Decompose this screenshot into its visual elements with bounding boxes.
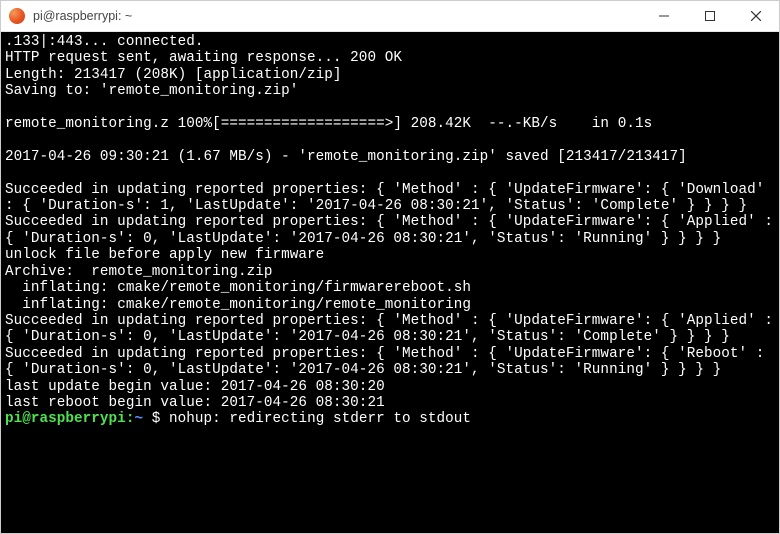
prompt-path: ~ — [134, 411, 143, 427]
terminal-output[interactable]: .133|:443... connected. HTTP request sen… — [1, 32, 779, 533]
maximize-button[interactable] — [687, 1, 733, 31]
window-controls — [641, 1, 779, 31]
maximize-icon — [705, 11, 715, 21]
prompt-user-host: pi@raspberrypi — [5, 411, 126, 427]
minimize-icon — [659, 11, 669, 21]
ubuntu-icon — [9, 8, 25, 24]
window-title: pi@raspberrypi: ~ — [33, 9, 641, 23]
prompt-line: pi@raspberrypi:~ $ nohup: redirecting st… — [5, 411, 775, 427]
minimize-button[interactable] — [641, 1, 687, 31]
close-button[interactable] — [733, 1, 779, 31]
close-icon — [751, 11, 761, 21]
nohup-message: nohup: redirecting stderr to stdout — [169, 411, 471, 427]
terminal-window: pi@raspberrypi: ~ .133|:443... connected… — [0, 0, 780, 534]
terminal-lines: .133|:443... connected. HTTP request sen… — [5, 34, 779, 411]
prompt-dollar: $ — [143, 411, 169, 427]
titlebar[interactable]: pi@raspberrypi: ~ — [1, 1, 779, 32]
